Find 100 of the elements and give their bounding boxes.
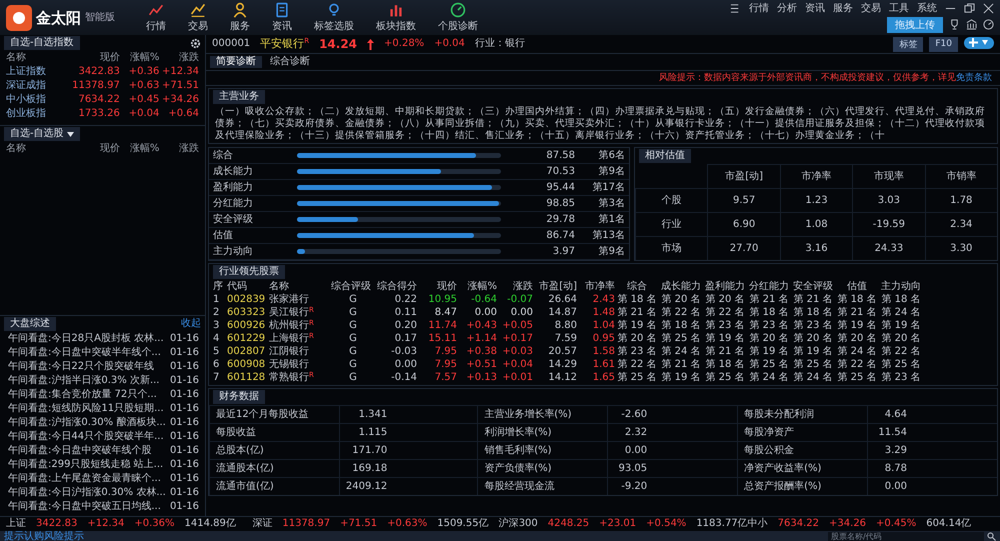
score-label: 盈利能力 [213,182,254,194]
tab[interactable]: 综合诊断 [264,56,316,68]
nav-button[interactable]: 行情 [140,2,172,33]
stock-name[interactable]: 吴江银行$^{R}$ [269,307,331,319]
column-header: 分红能力 [748,281,790,293]
notice-link[interactable]: 提示认购风险提示 [4,530,84,541]
menu-item[interactable]: 系统 [917,2,937,14]
index-name[interactable]: 创业板指 [6,108,70,120]
table-cell-text: 第 25 名 [704,372,746,384]
document-icon [274,2,290,18]
news-title[interactable]: 午间看盘:短线防风险11只股短期... [8,403,164,415]
stock-name[interactable]: 上海银行$^{R}$ [269,333,331,345]
field-label: 销售毛利率(%) [477,441,608,459]
trophy-icon[interactable] [949,19,960,30]
table-cell-text: 0.95 [592,333,615,345]
column-header: 涨跌 [512,281,533,293]
score-rank: 第9名 [598,246,625,258]
field-label: 总资产报酬率(%) [737,477,868,495]
stock-code[interactable]: 002839 [227,294,269,306]
menu-icon[interactable] [730,3,741,14]
disclaimer-link[interactable]: 免责条款 [956,73,992,83]
table-cell-text: 第 24 名 [660,346,702,358]
field-label: 每股经营现金流 [477,477,608,495]
table-cell-text: 0.00 [394,359,417,371]
search-icon[interactable] [987,532,996,541]
column-header: 名称 [269,281,290,293]
score-value: 3.97 [552,246,575,258]
index-name[interactable]: 深证成指 [6,80,70,92]
index-name: 上证 [6,518,26,530]
table-cell-text: 7.95 [434,346,457,358]
news-date: 01-16 [170,403,199,415]
add-dropdown-button[interactable] [964,36,994,48]
section-title: 行业领先股票 [213,265,285,279]
nav-button[interactable]: 标签选股 [308,2,360,33]
menu-item[interactable]: 工具 [889,2,909,14]
stock-name[interactable]: 江阴银行 [269,346,331,358]
news-title[interactable]: 午间看盘:299只股短线走稳 站上... [8,459,164,471]
toolbar-button[interactable]: 标签 [893,36,924,52]
watchlist-dropdown[interactable]: 自选-自选股 [4,127,80,141]
news-date: 01-16 [170,361,199,373]
stock-code[interactable]: 600926 [227,320,269,332]
nav-button[interactable]: 个股诊断 [432,2,484,33]
score-value: 95.44 [545,182,575,194]
table-cell-text: 26.64 [547,294,577,306]
stock-code[interactable]: 601229 [227,333,269,345]
menu-item[interactable]: 分析 [777,2,797,14]
news-title[interactable]: 午间看盘:今日盘中突破五日均线... [8,501,161,513]
score-label: 成长能力 [213,166,254,178]
stock-name[interactable]: 杭州银行$^{R}$ [269,320,331,332]
index-name[interactable]: 上证指数 [6,66,70,78]
settings-icon[interactable] [190,38,201,48]
bar-chart-icon [388,2,404,18]
table-cell-text: -0.64 [470,294,497,306]
tab[interactable]: 简要诊断 [210,56,262,68]
table-cell: 27.70 [707,236,780,260]
menu-item[interactable]: 行情 [749,2,769,14]
news-title[interactable]: 午间看盘:今日44只个股突破半年... [8,431,164,443]
close-icon[interactable] [983,3,994,14]
menu-item[interactable]: 资讯 [805,2,825,14]
nav-button[interactable]: 板块指数 [370,2,422,33]
news-title[interactable]: 午间看盘:沪指半日涨0.3% 次新... [8,375,160,387]
bank-icon[interactable] [966,19,977,30]
table-cell-text: 第 22 名 [660,307,702,319]
news-title[interactable]: 午间看盘:今日沪指涨0.30% 农林... [8,487,166,499]
index-change-pct: +0.36 [128,66,160,78]
news-title[interactable]: 午间看盘:今日22只个股突破年线 [8,361,154,373]
index-price: 7634.22 [77,94,120,106]
stock-code[interactable]: 601128 [227,372,269,384]
column-header: 市盈[动] [707,164,780,188]
table-cell-text: 第 23 名 [748,320,790,332]
stock-code[interactable]: 600908 [227,359,269,371]
column-header: 市现率 [852,164,925,188]
news-title[interactable]: 午间看盘:今日盘中突破半年线个... [8,347,161,359]
nav-button[interactable]: 交易 [182,2,214,33]
column-header: 涨幅% [466,281,497,293]
stock-name[interactable]: 常熟银行$^{R}$ [269,372,331,384]
stock-name[interactable]: 无锡银行 [269,359,331,371]
index-price: 3422.83 [77,66,120,78]
toolbar-button[interactable]: F10 [929,36,958,52]
collapse-link[interactable]: 收起 [181,318,201,330]
table-cell: 3.16 [780,236,852,260]
table-cell-text: +0.04 [501,359,533,371]
news-title[interactable]: 午间看盘:集合竞价放量 72只个... [8,389,157,401]
nav-button[interactable]: 服务 [224,2,256,33]
stock-code[interactable]: 002807 [227,346,269,358]
gauge-icon[interactable] [983,19,994,30]
restore-icon[interactable] [964,3,975,14]
nav-button[interactable]: 资讯 [266,2,298,33]
search-field[interactable]: 股票名称/代码 [828,532,984,541]
news-title[interactable]: 午间看盘:今日28只A股封板 农林... [8,333,164,345]
menu-item[interactable]: 交易 [861,2,881,14]
column-header: 代码 [227,281,248,293]
menu-item[interactable]: 服务 [833,2,853,14]
index-name[interactable]: 中小板指 [6,94,70,106]
stock-name[interactable]: 张家港行 [269,294,331,306]
news-title[interactable]: 午间看盘:沪指涨0.30% 酿酒板块... [8,417,166,429]
news-title[interactable]: 午间看盘:今日盘中突破年线个股 [8,445,152,457]
stock-code[interactable]: 603323 [227,307,269,319]
table-cell-text: 第 20 名 [704,294,746,306]
news-title[interactable]: 午间看盘:上午尾盘资金最青睐个... [8,473,161,485]
